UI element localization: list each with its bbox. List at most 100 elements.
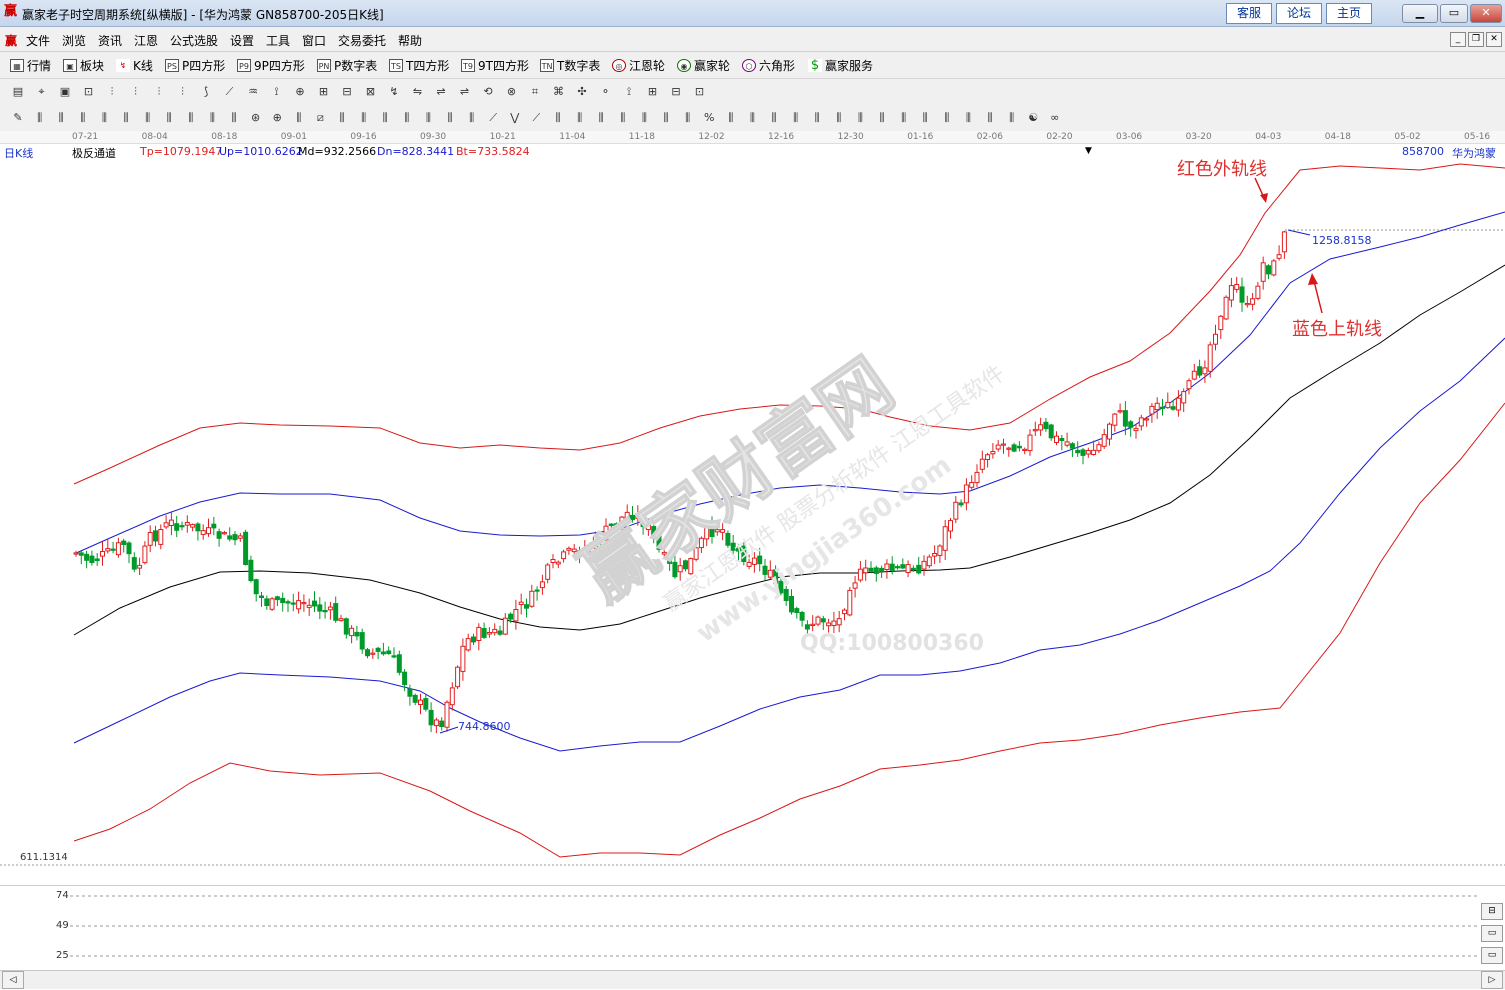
analysis-tool-icon-34[interactable]: ⫼ (723, 110, 739, 126)
analysis-tool-icon-27[interactable]: ⫼ (572, 110, 588, 126)
menu-trade[interactable]: 交易委托 (338, 32, 386, 49)
analysis-tool-icon-45[interactable]: ⫼ (960, 110, 976, 126)
drawing-tool-icon-1[interactable]: ▤ (10, 84, 26, 100)
drawing-tool-icon-27[interactable]: ⟟ (621, 84, 637, 100)
toolbar-sector[interactable]: ▣ 板块 (63, 57, 104, 73)
drawing-tool-icon-10[interactable]: ⟋ (222, 84, 238, 100)
drawing-tool-icon-15[interactable]: ⊟ (339, 84, 355, 100)
analysis-tool-icon-49[interactable]: ∞ (1047, 110, 1063, 126)
menu-formula[interactable]: 公式选股 (170, 32, 218, 49)
analysis-tool-icon-16[interactable]: ⫼ (334, 110, 350, 126)
minimize-button[interactable]: ▁ (1402, 4, 1438, 23)
analysis-tool-icon-20[interactable]: ⫼ (420, 110, 436, 126)
drawing-tool-icon-30[interactable]: ⊡ (692, 84, 708, 100)
drawing-tool-icon-6[interactable]: ⫶ (128, 84, 144, 100)
scroll-right-button[interactable]: ▷ (1481, 971, 1503, 989)
analysis-tool-icon-35[interactable]: ⫼ (744, 110, 760, 126)
mdi-close-button[interactable]: ✕ (1486, 32, 1502, 47)
analysis-tool-icon-10[interactable]: ⫼ (204, 110, 220, 126)
kline-chart[interactable] (0, 143, 1505, 883)
homepage-link[interactable]: 主页 (1326, 3, 1372, 24)
analysis-tool-icon-47[interactable]: ⫼ (1004, 110, 1020, 126)
toolbar-winner-wheel[interactable]: ◉ 赢家轮 (677, 57, 730, 73)
menu-gann[interactable]: 江恩 (134, 32, 158, 49)
analysis-tool-icon-11[interactable]: ⫼ (226, 110, 242, 126)
analysis-tool-icon-39[interactable]: ⫼ (831, 110, 847, 126)
toolbar-p-square[interactable]: PS P四方形 (165, 57, 225, 73)
drawing-tool-icon-4[interactable]: ⊡ (81, 84, 97, 100)
analysis-tool-icon-18[interactable]: ⫼ (377, 110, 393, 126)
menu-tools[interactable]: 工具 (266, 32, 290, 49)
drawing-tool-icon-21[interactable]: ⟲ (480, 84, 496, 100)
analysis-tool-icon-6[interactable]: ⫼ (118, 110, 134, 126)
analysis-tool-icon-40[interactable]: ⫼ (852, 110, 868, 126)
analysis-tool-icon-13[interactable]: ⊕ (269, 110, 285, 126)
menu-browse[interactable]: 浏览 (62, 32, 86, 49)
toolbar-9t-square[interactable]: T9 9T四方形 (461, 57, 529, 73)
drawing-tool-icon-11[interactable]: ♒ (245, 84, 261, 100)
toolbar-service[interactable]: $ 赢家服务 (808, 57, 873, 73)
pane-close-button[interactable]: ▭ (1481, 947, 1503, 964)
analysis-tool-icon-21[interactable]: ⫼ (442, 110, 458, 126)
analysis-tool-icon-15[interactable]: ⧄ (312, 110, 328, 126)
menu-file[interactable]: 文件 (26, 32, 50, 49)
analysis-tool-icon-7[interactable]: ⫼ (140, 110, 156, 126)
toolbar-t-table[interactable]: TN T数字表 (540, 57, 600, 73)
analysis-tool-icon-28[interactable]: ⫼ (593, 110, 609, 126)
analysis-tool-icon-42[interactable]: ⫼ (896, 110, 912, 126)
drawing-tool-icon-26[interactable]: ⚬ (598, 84, 614, 100)
drawing-tool-icon-16[interactable]: ⊠ (363, 84, 379, 100)
drawing-tool-icon-7[interactable]: ⫶ (151, 84, 167, 100)
analysis-tool-icon-30[interactable]: ⫼ (636, 110, 652, 126)
drawing-tool-icon-25[interactable]: ✣ (574, 84, 590, 100)
analysis-tool-icon-23[interactable]: ⟋ (485, 110, 501, 126)
toolbar-quotes[interactable]: ▦ 行情 (10, 57, 51, 73)
menu-news[interactable]: 资讯 (98, 32, 122, 49)
analysis-tool-icon-48[interactable]: ☯ (1025, 110, 1041, 126)
maximize-button[interactable]: ▭ (1440, 4, 1468, 23)
toolbar-gann-wheel[interactable]: ◎ 江恩轮 (612, 57, 665, 73)
lower-indicator-pane[interactable]: 74 49 25 ⊟ ▭ ▭ (0, 885, 1505, 970)
toolbar-kline[interactable]: ↯ K线 (116, 57, 153, 73)
toolbar-t-square[interactable]: TS T四方形 (389, 57, 449, 73)
analysis-tool-icon-4[interactable]: ⫼ (75, 110, 91, 126)
horizontal-scrollbar[interactable]: ◁ ▷ (0, 970, 1505, 989)
analysis-tool-icon-3[interactable]: ⫼ (53, 110, 69, 126)
drawing-tool-icon-12[interactable]: ⟟ (269, 84, 285, 100)
menu-settings[interactable]: 设置 (230, 32, 254, 49)
drawing-tool-icon-9[interactable]: ⟆ (198, 84, 214, 100)
drawing-tool-icon-22[interactable]: ⊗ (504, 84, 520, 100)
analysis-tool-icon-8[interactable]: ⫼ (161, 110, 177, 126)
analysis-tool-icon-1[interactable]: ✎ (10, 110, 26, 126)
analysis-tool-icon-43[interactable]: ⫼ (917, 110, 933, 126)
drawing-tool-icon-20[interactable]: ⇌ (457, 84, 473, 100)
drawing-tool-icon-19[interactable]: ⇌ (433, 84, 449, 100)
toolbar-p-table[interactable]: PN P数字表 (317, 57, 377, 73)
analysis-tool-icon-44[interactable]: ⫼ (939, 110, 955, 126)
drawing-tool-icon-17[interactable]: ↯ (386, 84, 402, 100)
drawing-tool-icon-23[interactable]: ⌗ (527, 84, 543, 100)
analysis-tool-icon-32[interactable]: ⫼ (680, 110, 696, 126)
analysis-tool-icon-5[interactable]: ⫼ (96, 110, 112, 126)
close-button[interactable]: ✕ (1470, 4, 1502, 23)
toolbar-9p-square[interactable]: P9 9P四方形 (237, 57, 305, 73)
analysis-tool-icon-17[interactable]: ⫼ (356, 110, 372, 126)
drawing-tool-icon-5[interactable]: ⫶ (104, 84, 120, 100)
analysis-tool-icon-37[interactable]: ⫼ (788, 110, 804, 126)
drawing-tool-icon-29[interactable]: ⊟ (668, 84, 684, 100)
analysis-tool-icon-26[interactable]: ⫼ (550, 110, 566, 126)
analysis-tool-icon-9[interactable]: ⫼ (183, 110, 199, 126)
mdi-restore-button[interactable]: ❐ (1468, 32, 1484, 47)
analysis-tool-icon-2[interactable]: ⫼ (32, 110, 48, 126)
mdi-minimize-button[interactable]: _ (1450, 32, 1466, 47)
drawing-tool-icon-24[interactable]: ⌘ (551, 84, 567, 100)
analysis-tool-icon-46[interactable]: ⫼ (982, 110, 998, 126)
pane-expand-button[interactable]: ⊟ (1481, 903, 1503, 920)
scroll-left-button[interactable]: ◁ (2, 971, 24, 989)
analysis-tool-icon-38[interactable]: ⫼ (809, 110, 825, 126)
analysis-tool-icon-33[interactable]: % (701, 110, 717, 126)
drawing-tool-icon-3[interactable]: ▣ (57, 84, 73, 100)
app-menu-icon[interactable]: 赢 (5, 32, 17, 49)
drawing-tool-icon-28[interactable]: ⊞ (645, 84, 661, 100)
analysis-tool-icon-14[interactable]: ⫼ (291, 110, 307, 126)
